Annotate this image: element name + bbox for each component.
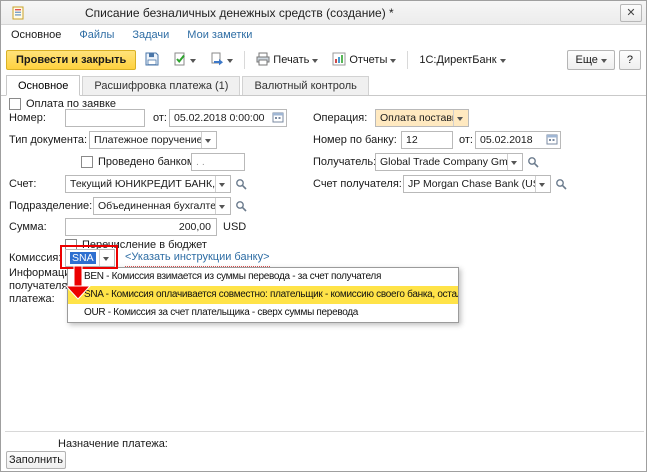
window-title: Списание безналичных денежных средств (с…	[85, 1, 394, 25]
tab-payment-details[interactable]: Расшифровка платежа (1)	[82, 76, 240, 95]
directbank-button[interactable]: 1С:ДиректБанк	[414, 50, 510, 70]
nav-item-notes[interactable]: Мои заметки	[187, 29, 252, 41]
nav-item-main[interactable]: Основное	[11, 29, 61, 41]
title-bar: Списание безналичных денежных средств (с…	[1, 1, 646, 25]
chevron-down-icon	[601, 59, 607, 66]
bank-date-from-label: от:	[459, 131, 473, 149]
commission-label: Комиссия:	[9, 249, 61, 267]
open-icon[interactable]	[234, 177, 248, 191]
print-button[interactable]: Печать	[251, 50, 323, 70]
operation-combobox[interactable]: Оплата поставщику	[375, 109, 469, 127]
bank-number-field[interactable]: 12	[401, 131, 453, 149]
nav-row: Основное Файлы Задачи Мои заметки	[1, 25, 646, 45]
chevron-down-icon[interactable]	[507, 154, 520, 170]
toolbar-separator	[244, 51, 245, 69]
payee-account-combobox[interactable]: JP Morgan Chase Bank (USD)	[403, 175, 551, 193]
document-window: Списание безналичных денежных средств (с…	[0, 0, 647, 472]
chevron-down-icon[interactable]	[201, 132, 214, 148]
nav-item-files[interactable]: Файлы	[79, 29, 114, 41]
number-field[interactable]	[65, 109, 145, 127]
open-icon[interactable]	[234, 199, 248, 213]
bank-number-label: Номер по банку:	[313, 131, 397, 149]
department-combobox[interactable]: Объединенная бухгалтерия	[93, 197, 231, 215]
department-label: Подразделение:	[9, 197, 92, 215]
post-and-close-button[interactable]: Провести и закрыть	[6, 50, 136, 70]
payee-account-label: Счет получателя:	[313, 175, 402, 193]
posted-by-bank-label: Проведено банком	[98, 153, 194, 171]
commission-option-ben[interactable]: BEN - Комиссия взимается из суммы перево…	[68, 268, 458, 286]
reports-icon	[332, 52, 346, 69]
chevron-down-icon	[500, 59, 506, 66]
chevron-down-icon	[190, 59, 196, 66]
doc-type-label: Тип документа:	[9, 131, 87, 149]
fill-button[interactable]: Заполнить	[6, 451, 66, 469]
calendar-icon[interactable]	[272, 111, 284, 126]
create-based-on-button[interactable]	[205, 50, 238, 70]
purpose-label: Назначение платежа:	[58, 435, 168, 453]
commission-option-sna[interactable]: SNA - Комиссия оплачивается совместно: п…	[68, 286, 458, 304]
commission-dropdown-list: BEN - Комиссия взимается из суммы перево…	[67, 267, 459, 323]
chevron-down-icon[interactable]	[99, 250, 112, 266]
doc-type-combobox[interactable]: Платежное поручение	[89, 131, 217, 149]
chevron-down-icon[interactable]	[215, 176, 228, 192]
amount-field[interactable]: 200,00	[65, 218, 217, 236]
document-icon	[11, 6, 25, 23]
chevron-down-icon[interactable]	[535, 176, 548, 192]
post-document-icon	[173, 52, 187, 69]
number-label: Номер:	[9, 109, 46, 127]
date-from-label: от:	[153, 109, 167, 127]
operation-label: Операция:	[313, 109, 367, 127]
create-based-on-icon	[210, 52, 224, 69]
calendar-icon[interactable]	[546, 133, 558, 148]
bank-date-field[interactable]: 05.02.2018	[475, 131, 561, 149]
chevron-down-icon	[312, 59, 318, 66]
chevron-down-icon[interactable]	[453, 110, 466, 126]
currency-label: USD	[223, 218, 246, 236]
document-date-field[interactable]: 05.02.2018 0:00:00	[169, 109, 287, 127]
open-icon[interactable]	[526, 155, 540, 169]
payee-label: Получатель:	[313, 153, 376, 171]
posted-by-bank-checkbox[interactable]	[81, 156, 93, 168]
commission-option-our[interactable]: OUR - Комиссия за счет плательщика - све…	[68, 304, 458, 322]
bottom-separator	[5, 431, 644, 432]
amount-label: Сумма:	[9, 218, 47, 236]
print-icon	[256, 52, 270, 69]
chevron-down-icon	[227, 59, 233, 66]
help-button[interactable]: ?	[619, 50, 641, 70]
open-icon[interactable]	[554, 177, 568, 191]
close-icon[interactable]: ✕	[620, 4, 642, 22]
bank-instructions-link[interactable]: <Указать инструкции банку>	[125, 249, 270, 267]
chevron-down-icon	[390, 59, 396, 66]
tab-main[interactable]: Основное	[6, 75, 80, 96]
tab-currency-control[interactable]: Валютный контроль	[242, 76, 368, 95]
post-document-button[interactable]	[168, 50, 201, 70]
tab-strip: Основное Расшифровка платежа (1) Валютны…	[1, 75, 646, 96]
account-combobox[interactable]: Текущий ЮНИКРЕДИТ БАНК, Деловой	[65, 175, 231, 193]
commission-combobox[interactable]: SNA	[65, 249, 115, 267]
account-label: Счет:	[9, 175, 36, 193]
reports-button[interactable]: Отчеты	[327, 50, 401, 70]
payee-combobox[interactable]: Global Trade Company GmbH	[375, 153, 523, 171]
nav-item-tasks[interactable]: Задачи	[132, 29, 169, 41]
posted-date-field[interactable]: . .	[191, 153, 245, 171]
more-button[interactable]: Еще	[567, 50, 614, 70]
save-icon	[145, 52, 159, 69]
toolbar: Провести и закрыть Печать Отчеты 1С:Дире…	[1, 45, 646, 75]
toolbar-separator	[407, 51, 408, 69]
save-button[interactable]	[140, 50, 164, 70]
chevron-down-icon[interactable]	[215, 198, 228, 214]
